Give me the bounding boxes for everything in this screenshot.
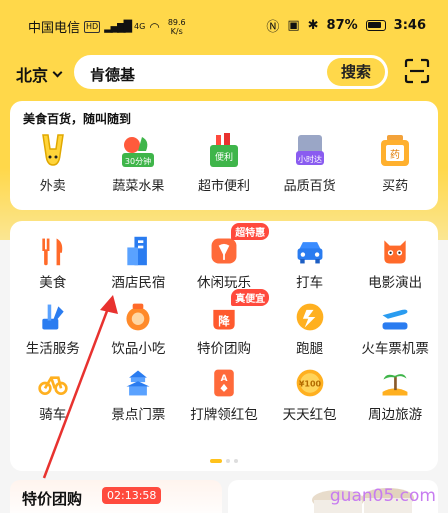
taxi-icon: [297, 242, 323, 264]
network-type: 4G: [134, 22, 146, 31]
category-department-store[interactable]: 小时达 品质百货: [267, 131, 353, 194]
carrier-label: 中国电信: [28, 21, 81, 36]
food-goods-card: 美食百货，随叫随到 外卖 30分钟 蔬菜水果 便利 超市便利 小时达 品质百货 …: [10, 101, 438, 210]
promo-badge: 超特惠: [231, 223, 270, 240]
service-red-packet[interactable]: ¥100 天天红包: [267, 367, 353, 423]
deals-card[interactable]: 特价团购 02:13:58: [10, 480, 222, 513]
nfc-icon: Ⓝ: [266, 20, 280, 35]
page-dot: [226, 459, 230, 463]
service-label: 特价团购: [196, 341, 251, 357]
status-bar: 中国电信 HD ▂▄▆█ 4G ◠ 89.6 K/s Ⓝ ▣ ✱ 87% 3:4…: [0, 0, 448, 44]
hotel-icon: [127, 236, 148, 266]
service-movie[interactable]: 电影演出: [352, 235, 438, 291]
service-label: 电影演出: [368, 275, 423, 291]
signal-icon: ▂▄▆█: [104, 20, 132, 33]
service-label: 景点门票: [111, 407, 166, 423]
page-dot: [234, 459, 238, 463]
service-label: 火车票机票: [361, 341, 429, 357]
medicine-tag: 药: [390, 149, 400, 161]
service-cards[interactable]: A 打牌领红包: [181, 367, 267, 423]
search-button[interactable]: 搜索: [327, 58, 385, 86]
chevron-down-icon: [52, 67, 63, 77]
page-indicator: [210, 459, 238, 463]
bluetooth-icon: ✱: [307, 18, 319, 33]
service-label: 骑车: [39, 407, 67, 423]
group-buy-icon-text: 降: [218, 314, 230, 328]
bike-icon: [38, 376, 68, 395]
errand-icon: [296, 303, 323, 331]
city-label: 北京: [16, 66, 49, 85]
department-store-tag: 小时达: [298, 154, 322, 164]
service-hotel[interactable]: 酒店民宿: [96, 235, 182, 291]
service-label: 饮品小吃: [111, 341, 166, 357]
category-takeout[interactable]: 外卖: [10, 131, 96, 194]
service-label: 周边旅游: [368, 407, 423, 423]
red-packet-icon-text: ¥100: [298, 380, 321, 389]
red-packet-icon: ¥100: [296, 369, 323, 397]
vegetables-tag: 30分钟: [125, 156, 151, 166]
service-label: 天天红包: [282, 407, 337, 423]
watermark: guan05.com: [329, 486, 436, 506]
network-speed: 89.6 K/s: [167, 17, 186, 36]
cards-icon-text: A: [221, 374, 228, 384]
service-label: 酒店民宿: [111, 275, 166, 291]
search-query: 肯德基: [90, 66, 136, 84]
service-train-plane[interactable]: 火车票机票: [352, 301, 438, 357]
service-label: 美食: [39, 275, 67, 291]
supermarket-tag: 便利: [215, 151, 233, 163]
category-label: 蔬菜水果: [112, 179, 165, 194]
service-label: 休闲玩乐: [196, 275, 251, 291]
section-title: 美食百货，随叫随到: [23, 112, 132, 126]
battery-percent: 87%: [326, 18, 358, 33]
service-label: 生活服务: [25, 341, 80, 357]
movie-icon: [384, 240, 406, 264]
service-drinks[interactable]: 饮品小吃: [96, 301, 182, 357]
category-label: 外卖: [39, 179, 66, 194]
page-dot-active: [210, 459, 222, 463]
takeout-icon: [41, 134, 64, 166]
service-travel[interactable]: 周边旅游: [352, 367, 438, 423]
search-input[interactable]: 肯德基 搜索: [72, 53, 390, 91]
hd-icon: HD: [84, 20, 101, 33]
battery-icon: [365, 20, 386, 31]
cards-icon: A: [214, 369, 234, 397]
service-label: 跑腿: [296, 341, 324, 357]
vegetables-icon: 30分钟: [122, 137, 155, 167]
category-label: 超市便利: [197, 179, 250, 194]
promo-badge: 真便宜: [231, 289, 270, 306]
vibrate-icon: ▣: [287, 18, 300, 33]
food-icon: [42, 238, 63, 266]
medicine-icon: 药: [381, 135, 410, 166]
category-medicine[interactable]: 药 买药: [352, 131, 438, 194]
category-vegetables[interactable]: 30分钟 蔬菜水果: [96, 131, 182, 194]
wifi-icon: ◠: [149, 19, 160, 34]
service-food[interactable]: 美食: [10, 235, 96, 291]
countdown-timer: 02:13:58: [102, 487, 162, 504]
service-errand[interactable]: 跑腿: [267, 301, 353, 357]
service-taxi[interactable]: 打车: [267, 235, 353, 291]
life-service-icon: [42, 304, 64, 330]
service-attraction[interactable]: 景点门票: [96, 367, 182, 423]
service-bike[interactable]: 骑车: [10, 367, 96, 423]
supermarket-icon: 便利: [209, 133, 238, 167]
search-row: 北京 肯德基 搜索: [0, 52, 448, 92]
clock: 3:46: [393, 18, 426, 33]
service-label: 打车: [296, 275, 324, 291]
drinks-icon: [126, 303, 150, 331]
service-life[interactable]: 生活服务: [10, 301, 96, 357]
department-store-icon: 小时达: [295, 135, 324, 165]
travel-icon: [382, 374, 408, 396]
category-label: 买药: [382, 179, 409, 194]
scan-icon[interactable]: [404, 58, 430, 84]
deals-title: 特价团购: [22, 490, 83, 508]
service-leisure[interactable]: 超特惠 休闲玩乐: [181, 223, 270, 291]
service-label: 打牌领红包: [190, 407, 258, 423]
attraction-icon: [126, 370, 150, 396]
category-supermarket[interactable]: 便利 超市便利: [181, 131, 267, 194]
services-card: 美食 酒店民宿 超特惠 休闲玩乐 打车 电影演出 生活服务 饮品小吃 降 真便宜…: [10, 221, 438, 471]
category-label: 品质百货: [283, 179, 336, 194]
service-group-buy[interactable]: 降 真便宜 特价团购: [181, 289, 270, 357]
city-selector[interactable]: 北京: [16, 62, 63, 86]
train-plane-icon: [382, 309, 408, 330]
